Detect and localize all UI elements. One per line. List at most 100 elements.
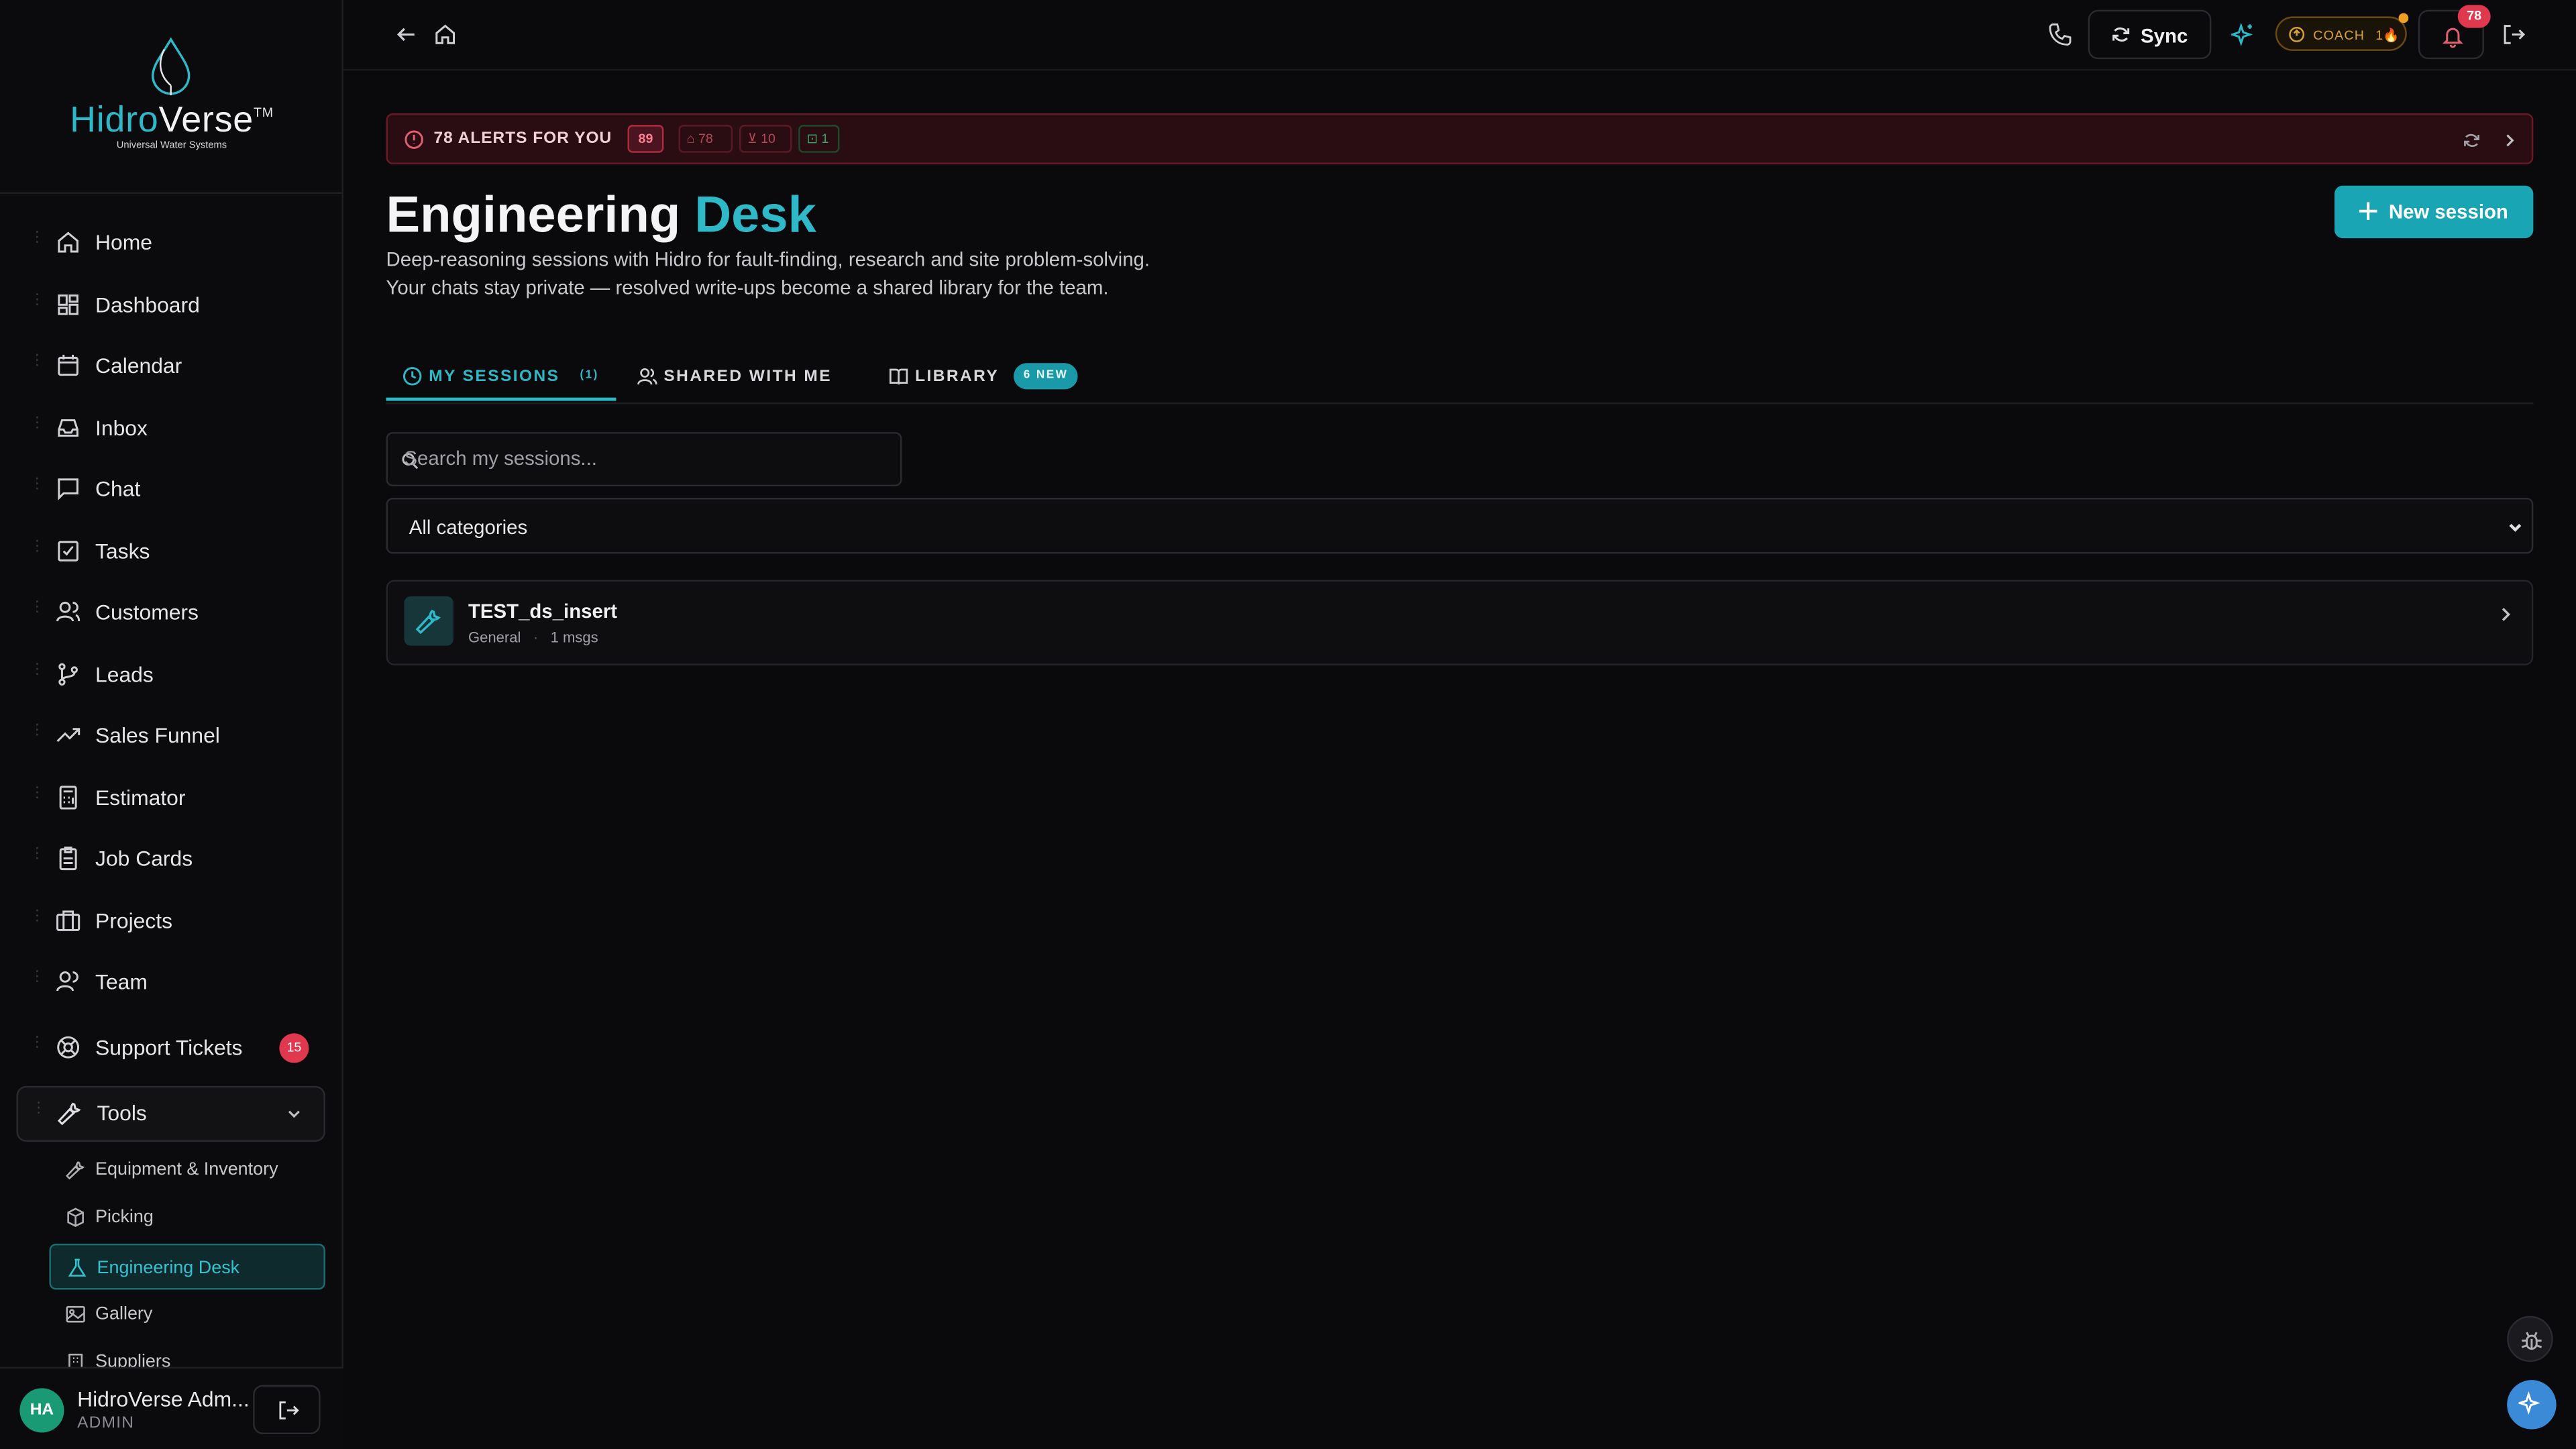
page-title: Engineering Desk	[386, 185, 816, 244]
chevron-down-icon	[2509, 523, 2522, 532]
book-open-icon	[890, 368, 908, 385]
drag-handle-icon[interactable]: ⋮	[30, 476, 44, 499]
wrench-icon	[415, 609, 441, 635]
sidebar-item-job-cards[interactable]: ⋮ Job Cards	[16, 833, 325, 885]
tab-my-sessions[interactable]: MY SESSIONS (1)	[386, 350, 616, 401]
drag-handle-icon[interactable]: ⋮	[30, 722, 44, 745]
drag-handle-icon[interactable]: ⋮	[30, 845, 44, 869]
session-list-item[interactable]: TEST_ds_insert General · 1 msgs	[386, 580, 2534, 665]
sidebar-item-customers[interactable]: ⋮ Customers	[16, 586, 325, 639]
sidebar-item-tasks[interactable]: ⋮ Tasks	[16, 526, 325, 578]
sidebar-item-estimator[interactable]: ⋮ Estimator	[16, 772, 325, 824]
avatar[interactable]: HA	[19, 1388, 64, 1433]
wrench-icon	[66, 1161, 85, 1180]
session-tabs: MY SESSIONS (1) SHARED WITH ME LIBRARY 6…	[386, 350, 2534, 405]
back-arrow-icon[interactable]	[394, 23, 417, 46]
session-category: General	[468, 629, 521, 646]
session-search-field[interactable]	[386, 432, 902, 486]
drag-handle-icon[interactable]: ⋮	[30, 969, 44, 992]
home-icon	[58, 231, 78, 253]
refresh-icon	[2112, 28, 2130, 42]
tab-library[interactable]: LIBRARY 6 NEW	[872, 350, 1094, 401]
sidebar-item-dashboard[interactable]: ⋮ Dashboard	[16, 279, 325, 331]
sparkles-icon[interactable]	[2231, 23, 2254, 46]
drag-handle-icon[interactable]: ⋮	[30, 599, 44, 623]
alerts-chip-orders[interactable]: ⊻ 10	[739, 125, 792, 153]
drag-handle-icon[interactable]: ⋮	[30, 538, 44, 561]
gift-icon: ⌂	[686, 131, 695, 146]
coach-button[interactable]: COACH 1🔥	[2275, 13, 2409, 51]
chevron-down-icon[interactable]	[284, 1104, 304, 1124]
sidebar-item-leads[interactable]: ⋮ Leads	[16, 649, 325, 701]
package-icon	[67, 1208, 84, 1228]
drag-handle-icon[interactable]: ⋮	[32, 1100, 46, 1124]
chat-icon	[58, 478, 78, 500]
drag-handle-icon[interactable]: ⋮	[30, 908, 44, 931]
logout-icon[interactable]	[2502, 23, 2526, 46]
alert-circle-icon	[405, 130, 423, 149]
new-session-button[interactable]: New session	[2334, 185, 2534, 239]
alerts-title: 78 ALERTS FOR YOU	[433, 129, 612, 148]
top-bar: Sync COACH 1🔥 78	[343, 0, 2576, 71]
sidebar-subitem-equipment-inventory[interactable]: Equipment & Inventory	[49, 1146, 325, 1193]
sidebar-subitem-suppliers[interactable]: Suppliers	[49, 1339, 325, 1367]
ai-assistant-button[interactable]	[2507, 1380, 2557, 1430]
drag-handle-icon[interactable]: ⋮	[30, 292, 44, 315]
sparkles-icon	[2518, 1391, 2540, 1415]
flask-icon	[68, 1258, 87, 1277]
sidebar-subitem-engineering-desk[interactable]: Engineering Desk	[49, 1243, 325, 1290]
alerts-chip-gifts[interactable]: ⌂ 78	[678, 125, 733, 153]
sidebar-item-tools[interactable]: ⋮ Tools	[16, 1085, 325, 1142]
chevron-right-icon	[2502, 608, 2511, 621]
page-description: Deep-reasoning sessions with Hidro for f…	[386, 248, 1150, 299]
sidebar-item-chat[interactable]: ⋮ Chat	[16, 464, 325, 516]
drag-handle-icon[interactable]: ⋮	[30, 415, 44, 438]
sidebar: HidroVerseTM Universal Water Systems ⋮ H…	[0, 0, 343, 1449]
sidebar-item-home[interactable]: ⋮ Home	[16, 217, 325, 269]
sidebar-item-calendar[interactable]: ⋮ Calendar	[16, 340, 325, 392]
sidebar-subitem-gallery[interactable]: Gallery	[49, 1291, 325, 1338]
session-name: TEST_ds_insert	[468, 599, 618, 623]
drag-handle-icon[interactable]: ⋮	[30, 784, 44, 808]
phone-icon[interactable]	[2049, 23, 2072, 46]
drag-handle-icon[interactable]: ⋮	[30, 229, 44, 253]
lifebuoy-icon	[57, 1036, 80, 1059]
alerts-total-badge: 89	[627, 125, 664, 153]
inbox-icon	[58, 419, 78, 437]
tab-shared-with-me[interactable]: SHARED WITH ME	[621, 350, 859, 401]
calculator-icon	[59, 786, 77, 810]
library-new-badge: 6 NEW	[1014, 363, 1078, 390]
dashboard-icon	[58, 294, 78, 315]
drag-handle-icon[interactable]: ⋮	[30, 661, 44, 685]
alerts-chip-locked[interactable]: ⊡ 1	[798, 125, 840, 153]
sync-button[interactable]: Sync	[2088, 9, 2212, 60]
sidebar-item-sales-funnel[interactable]: ⋮ Sales Funnel	[16, 710, 325, 762]
home-icon[interactable]	[434, 23, 457, 46]
lock-icon: ⊡	[806, 131, 818, 146]
alerts-banner[interactable]: 78 ALERTS FOR YOU 89 ⌂ 78 ⊻ 10 ⊡ 1	[386, 113, 2534, 164]
refresh-icon[interactable]	[2463, 131, 2481, 150]
session-message-count: 1 msgs	[550, 629, 598, 646]
sidebar-item-inbox[interactable]: ⋮ Inbox	[16, 402, 325, 455]
sidebar-subitem-picking[interactable]: Picking	[49, 1194, 325, 1240]
drag-handle-icon[interactable]: ⋮	[30, 1034, 44, 1058]
sidebar-logout-button[interactable]	[253, 1385, 321, 1434]
session-meta: General · 1 msgs	[468, 629, 598, 645]
search-input[interactable]	[404, 447, 881, 470]
brand-logo[interactable]: HidroVerseTM Universal Water Systems	[0, 0, 343, 194]
image-icon	[66, 1305, 85, 1323]
bug-report-button[interactable]	[2507, 1316, 2553, 1362]
session-category-tile	[404, 596, 453, 646]
sidebar-item-team[interactable]: ⋮ Team	[16, 956, 325, 1008]
calendar-icon	[58, 354, 78, 376]
sidebar-item-projects[interactable]: ⋮ Projects	[16, 896, 325, 948]
drag-handle-icon[interactable]: ⋮	[30, 352, 44, 376]
category-filter-select[interactable]: All categories	[386, 498, 2534, 554]
sidebar-item-support-tickets[interactable]: ⋮ Support Tickets 15	[16, 1022, 325, 1074]
clipboard-icon	[59, 847, 77, 871]
chevron-right-icon[interactable]	[2500, 131, 2518, 150]
logout-icon	[279, 1401, 299, 1419]
users-icon	[637, 368, 657, 385]
notification-count-badge: 78	[2457, 5, 2491, 28]
leads-icon	[58, 663, 78, 686]
